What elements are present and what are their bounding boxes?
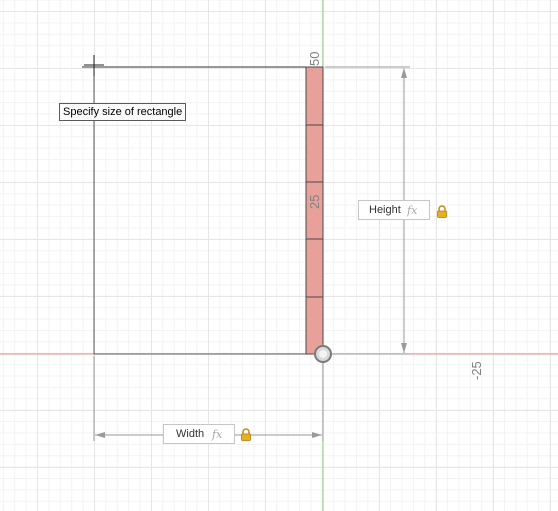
width-input-value[interactable]: Width xyxy=(164,428,212,440)
width-fx-icon[interactable]: fx xyxy=(212,428,234,441)
y-axis-tick-25: 25 xyxy=(307,194,322,209)
width-input[interactable]: Width fx xyxy=(163,424,235,444)
origin-point-center xyxy=(319,350,327,358)
width-lock-icon[interactable] xyxy=(240,428,252,441)
height-input-value[interactable]: Height xyxy=(359,204,407,216)
tooltip: Specify size of rectangle xyxy=(59,103,187,121)
profile-highlight xyxy=(305,66,324,355)
width-arrow-right xyxy=(312,432,322,438)
height-lock-icon[interactable] xyxy=(436,205,448,218)
height-arrow-top xyxy=(401,68,407,78)
height-input[interactable]: Height fx xyxy=(358,200,430,220)
sketch-overlay xyxy=(0,0,558,511)
x-axis-tick-minus-25: -25 xyxy=(469,361,484,380)
width-arrow-left xyxy=(95,432,105,438)
height-arrow-bottom xyxy=(401,343,407,353)
height-fx-icon[interactable]: fx xyxy=(407,204,429,217)
y-axis-tick-50: 50 xyxy=(307,51,322,66)
